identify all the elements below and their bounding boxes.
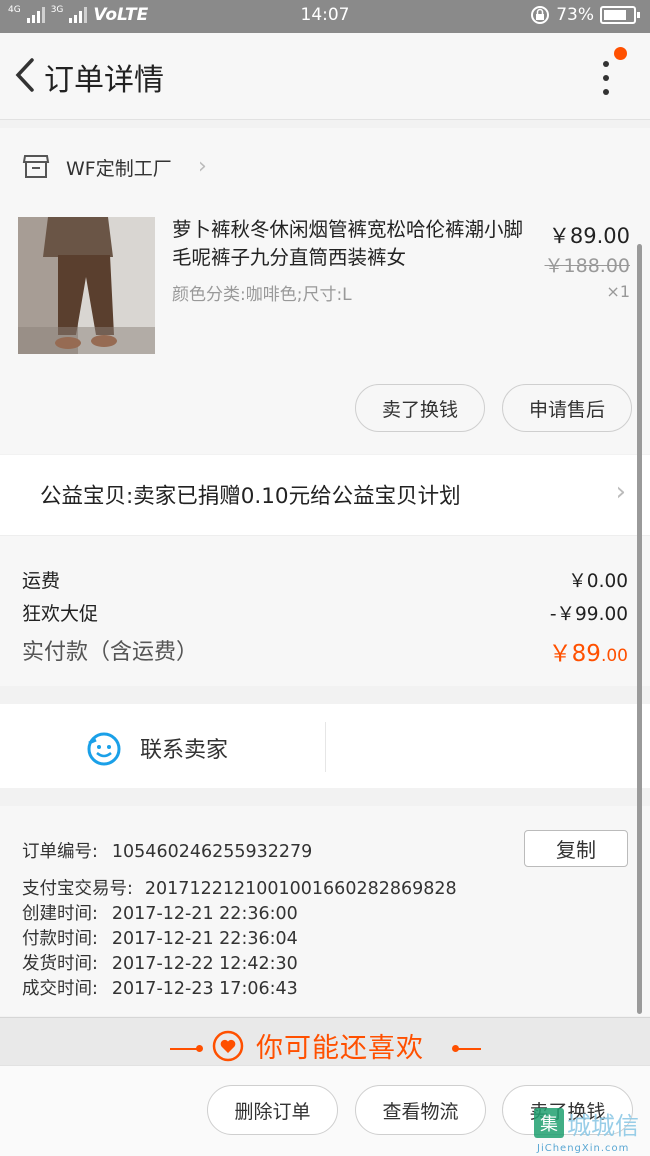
product-price: ￥89.00 xyxy=(548,224,630,248)
promo-value: -￥99.00 xyxy=(549,604,628,625)
product-image-art xyxy=(18,217,155,354)
paid-label: 付款时间: xyxy=(22,929,98,949)
shipped-line: 发货时间: 2017-12-22 12:42:30 xyxy=(22,950,298,975)
back-icon[interactable] xyxy=(8,55,48,95)
divider xyxy=(170,1048,198,1050)
view-logistics-button[interactable]: 查看物流 xyxy=(355,1085,486,1135)
delete-order-button[interactable]: 删除订单 xyxy=(207,1085,338,1135)
chat-icon[interactable] xyxy=(86,731,122,767)
alipay-label: 支付宝交易号: xyxy=(22,879,133,899)
scrollbar[interactable] xyxy=(637,244,642,1014)
shipped-time: 2017-12-22 12:42:30 xyxy=(111,954,298,974)
shop-icon xyxy=(22,155,50,178)
order-number: 105460246255932279 xyxy=(111,842,313,862)
copy-button[interactable]: 复制 xyxy=(524,830,628,867)
order-number-line: 订单编号: 105460246255932279 xyxy=(22,838,312,863)
page-title: 订单详情 xyxy=(44,63,164,98)
alipay-number: 2017122121001001660282869828 xyxy=(144,879,457,899)
product-title[interactable]: 萝卜裤秋冬休闲烟管裤宽松哈伦裤潮小脚毛呢裤子九分直筒西装裤女 xyxy=(172,216,527,272)
total-value: ￥89.00 xyxy=(549,634,628,668)
shop-row[interactable]: WF定制工厂 › xyxy=(0,128,650,206)
product-image[interactable] xyxy=(18,217,155,354)
divider xyxy=(455,1048,481,1050)
done-line: 成交时间: 2017-12-23 17:06:43 xyxy=(22,975,298,1000)
created-label: 创建时间: xyxy=(22,904,98,924)
total-amount-int: ￥89 xyxy=(548,641,601,667)
alipay-line: 支付宝交易号: 2017122121001001660282869828 xyxy=(22,875,457,900)
divider-dot xyxy=(196,1045,203,1052)
chevron-right-icon: › xyxy=(198,154,207,179)
total-label: 实付款（含运费） xyxy=(22,640,199,665)
contact-section: 联系卖家 xyxy=(0,704,650,788)
battery-icon xyxy=(600,6,636,24)
sell-button[interactable]: 卖了换钱 xyxy=(355,384,485,432)
divider xyxy=(325,722,326,772)
product-original-price: ￥188.00 xyxy=(544,255,630,277)
recommend-title: 你可能还喜欢 xyxy=(256,1033,424,1064)
created-time: 2017-12-21 22:36:00 xyxy=(111,904,298,924)
after-sale-button[interactable]: 申请售后 xyxy=(502,384,632,432)
order-info-section: 订单编号: 105460246255932279 复制 支付宝交易号: 201712… xyxy=(0,806,650,1016)
watermark-text: 城城信 xyxy=(567,1112,639,1140)
notification-dot xyxy=(614,47,627,60)
chevron-right-icon: › xyxy=(615,477,626,507)
battery-tip xyxy=(637,12,640,18)
heart-icon xyxy=(212,1030,244,1062)
product-quantity: ×1 xyxy=(606,282,630,301)
charity-row[interactable]: 公益宝贝:卖家已捐赠0.10元给公益宝贝计划 › xyxy=(0,455,650,536)
shop-name[interactable]: WF定制工厂 xyxy=(66,154,172,181)
paid-time: 2017-12-21 22:36:04 xyxy=(111,929,298,949)
shipped-label: 发货时间: xyxy=(22,954,98,974)
contact-seller-button[interactable]: 联系卖家 xyxy=(140,732,228,764)
shipping-label: 运费 xyxy=(22,570,61,592)
watermark-sub: JiChengXin.com xyxy=(537,1143,630,1154)
nav-bar: 订单详情 xyxy=(0,33,650,120)
order-number-label: 订单编号: xyxy=(22,842,98,862)
done-time: 2017-12-23 17:06:43 xyxy=(111,979,298,999)
more-menu-icon[interactable] xyxy=(590,53,626,103)
status-bar: 4G 3G VoLTE 14:07 73% xyxy=(0,0,650,33)
shipping-value: ￥0.00 xyxy=(568,571,628,592)
paid-line: 付款时间: 2017-12-21 22:36:04 xyxy=(22,925,298,950)
recommend-header: 你可能还喜欢 xyxy=(0,1017,650,1066)
total-amount-decimal: .00 xyxy=(600,646,628,666)
status-right: 73% xyxy=(530,5,640,25)
product-card[interactable]: 萝卜裤秋冬休闲烟管裤宽松哈伦裤潮小脚毛呢裤子九分直筒西装裤女 颜色分类:咖啡色;… xyxy=(0,206,650,454)
fee-section: 运费 ￥0.00 狂欢大促 -￥99.00 实付款（含运费） ￥89.00 xyxy=(0,536,650,686)
charity-text: 公益宝贝:卖家已捐赠0.10元给公益宝贝计划 xyxy=(40,484,461,509)
rotation-lock-icon xyxy=(531,6,550,24)
promo-label: 狂欢大促 xyxy=(22,603,99,625)
watermark-logo: 集 xyxy=(534,1108,564,1138)
product-spec: 颜色分类:咖啡色;尺寸:L xyxy=(172,285,352,305)
done-label: 成交时间: xyxy=(22,979,98,999)
created-line: 创建时间: 2017-12-21 22:36:00 xyxy=(22,900,298,925)
battery-percent: 73% xyxy=(556,5,594,25)
